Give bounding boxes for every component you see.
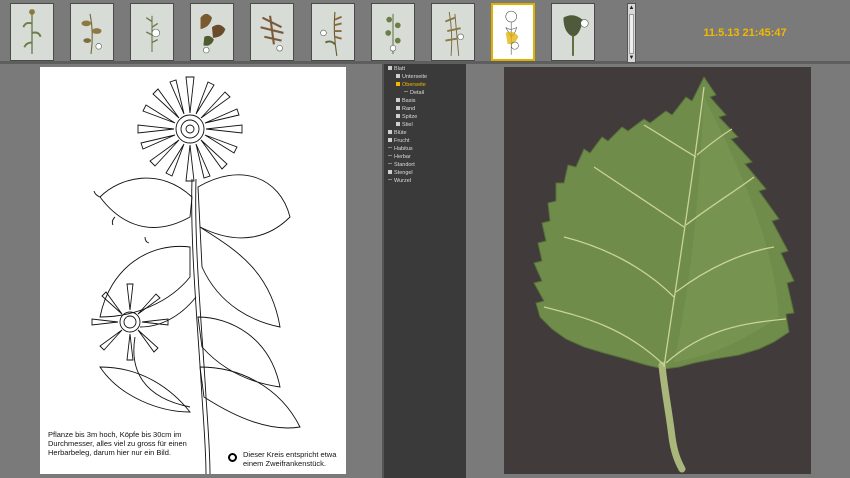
thumbnail-strip: ▲ ▼ 11.5.13 21:45:47 xyxy=(0,0,850,64)
tree-box-icon xyxy=(388,138,392,142)
thumbnail-6[interactable] xyxy=(311,3,355,61)
tree-line-icon xyxy=(388,155,392,156)
tree-item-herbar[interactable]: Herbar xyxy=(388,154,411,161)
thumbnail-8[interactable] xyxy=(431,3,475,61)
tree-line-icon xyxy=(388,163,392,164)
photo-panel xyxy=(466,67,850,478)
thumbnail-1[interactable] xyxy=(10,3,54,61)
thumbnail-10[interactable] xyxy=(551,3,595,61)
circle-outline-icon xyxy=(228,453,237,462)
tree-item-standort[interactable]: Standort xyxy=(388,162,415,169)
drawing-caption-left: Pflanze bis 3m hoch, Köpfe bis 30cm im D… xyxy=(48,430,187,457)
thumbnail-scrollbar[interactable]: ▲ ▼ xyxy=(627,3,636,63)
tree-item-frucht[interactable]: Frucht xyxy=(388,138,410,145)
tree-item-oberseite[interactable]: Oberseite xyxy=(396,82,426,89)
arrow-down-icon[interactable]: ▼ xyxy=(628,54,635,62)
tree-box-icon xyxy=(388,130,392,134)
tree-box-icon xyxy=(396,114,400,118)
tree-box-icon xyxy=(388,66,392,70)
tree-item-basis[interactable]: Basis xyxy=(396,98,415,105)
drawing-sheet: Pflanze bis 3m hoch, Köpfe bis 30cm im D… xyxy=(40,67,346,474)
tree-item-stiel[interactable]: Stiel xyxy=(396,122,413,129)
tree-line-icon xyxy=(388,179,392,180)
tree-box-icon xyxy=(396,106,400,110)
tree-box-icon xyxy=(396,82,400,86)
thumbnail-3[interactable] xyxy=(130,3,174,61)
tree-item-rand[interactable]: Rand xyxy=(396,106,415,113)
tree-line-icon xyxy=(388,147,392,148)
tree-box-icon xyxy=(396,74,400,78)
drawing-panel: Pflanze bis 3m hoch, Köpfe bis 30cm im D… xyxy=(0,67,382,478)
thumbnail-2[interactable] xyxy=(70,3,114,61)
thumbnail-9-selected[interactable] xyxy=(491,3,535,61)
leaf-image xyxy=(533,76,795,473)
tree-item-detail[interactable]: Detail xyxy=(404,90,424,97)
tree-item-wurzel[interactable]: Wurzel xyxy=(388,178,411,185)
tree-item-habitus[interactable]: Habitus xyxy=(388,146,413,153)
tree-box-icon xyxy=(396,122,400,126)
tree-box-icon xyxy=(396,98,400,102)
leaf-photo xyxy=(504,67,811,474)
tree-item-stengel[interactable]: Stengel xyxy=(388,170,413,177)
arrow-up-icon[interactable]: ▲ xyxy=(628,4,635,12)
thumbnail-5[interactable] xyxy=(250,3,294,61)
tree-item-unterseite[interactable]: Unterseite xyxy=(396,74,427,81)
tree-item-spitze[interactable]: Spitze xyxy=(396,114,417,121)
timestamp: 11.5.13 21:45:47 xyxy=(703,27,787,39)
tree-item-blatt[interactable]: Blatt xyxy=(388,66,405,73)
tree-navigation: Blatt Unterseite Oberseite Detail Basis … xyxy=(382,64,466,478)
scrollbar-thumb[interactable] xyxy=(629,14,634,54)
sunflower-drawing xyxy=(91,76,301,474)
tree-box-icon xyxy=(388,170,392,174)
thumbnail-4[interactable] xyxy=(190,3,234,61)
tree-line-icon xyxy=(404,91,408,92)
tree-item-bluete[interactable]: Blüte xyxy=(388,130,407,137)
thumbnail-7[interactable] xyxy=(371,3,415,61)
drawing-caption-right: Dieser Kreis entspricht etwa einem Zweif… xyxy=(243,450,337,468)
